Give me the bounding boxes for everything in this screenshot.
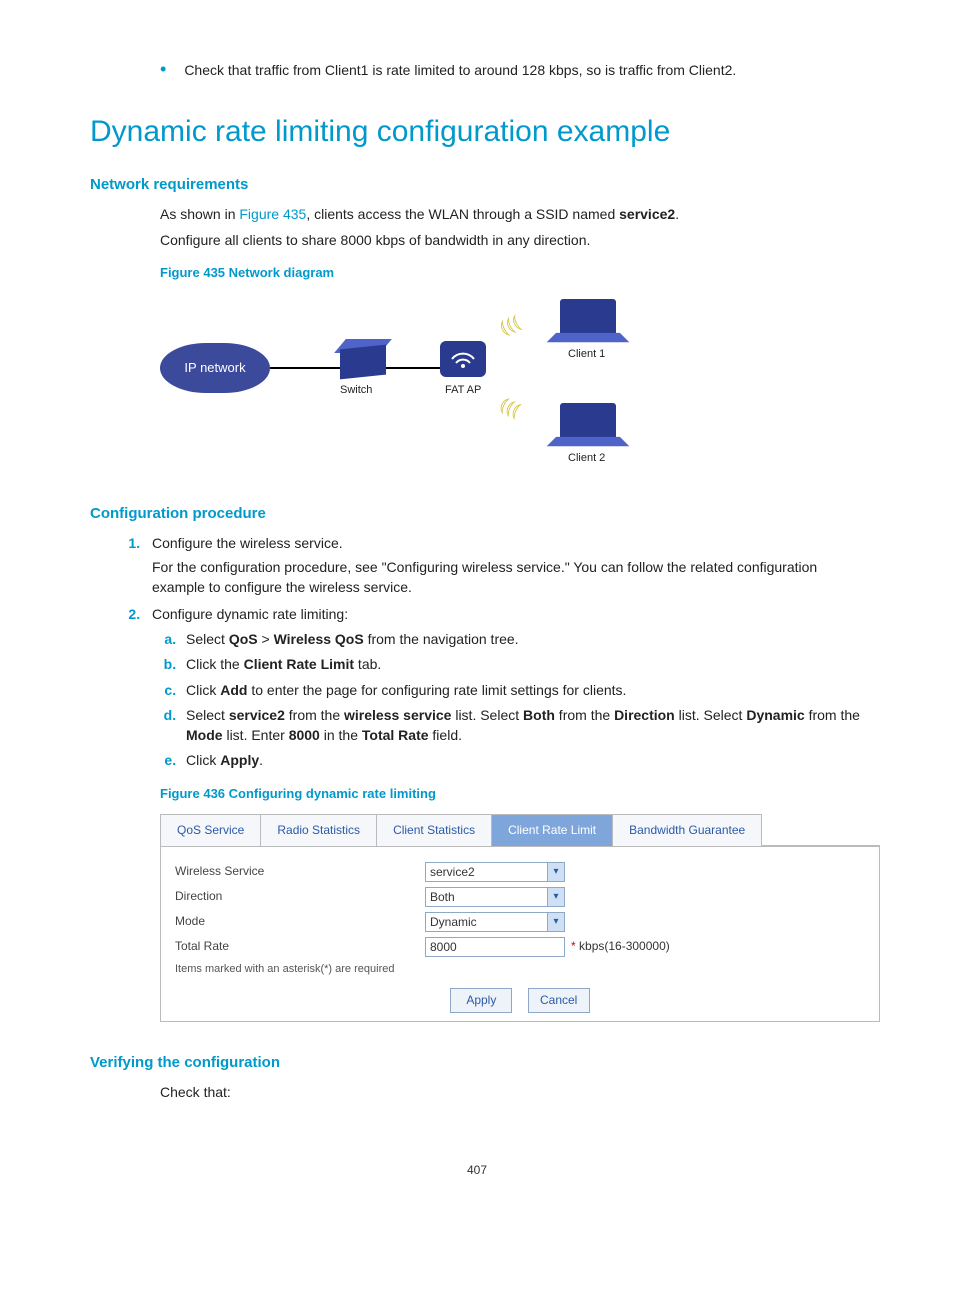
- section-title: Dynamic rate limiting configuration exam…: [90, 110, 864, 154]
- button-row: Apply Cancel: [169, 988, 871, 1013]
- label-mode: Mode: [169, 913, 425, 930]
- page-number: 407: [90, 1162, 864, 1179]
- tab-row: QoS Service Radio Statistics Client Stat…: [160, 814, 880, 847]
- substeps: Select QoS > Wireless QoS from the navig…: [180, 629, 864, 771]
- chevron-down-icon[interactable]: ▾: [547, 912, 565, 932]
- intro-bullet-row: • Check that traffic from Client1 is rat…: [160, 60, 864, 80]
- network-requirements-heading: Network requirements: [90, 174, 864, 196]
- tab-client-statistics[interactable]: Client Statistics: [376, 814, 492, 846]
- chevron-down-icon[interactable]: ▾: [547, 887, 565, 907]
- wireless-waves-icon: ⦅⦅⦅: [495, 308, 525, 343]
- netreq-line1: As shown in Figure 435, clients access t…: [160, 204, 864, 224]
- network-diagram: IP network Switch FAT AP ⦅⦅⦅ ⦅⦅⦅ Client …: [160, 293, 680, 483]
- bullet-icon: •: [160, 60, 166, 80]
- input-total-rate[interactable]: [425, 937, 565, 957]
- fat-ap-label: FAT AP: [445, 383, 481, 399]
- figure-435-link[interactable]: Figure 435: [239, 206, 306, 222]
- verifying-line: Check that:: [160, 1082, 864, 1102]
- switch-label: Switch: [340, 383, 372, 399]
- wireless-waves-icon: ⦅⦅⦅: [495, 390, 525, 425]
- client1-label: Client 1: [568, 347, 605, 363]
- form-area: Wireless Service ▾ Direction ▾ Mode ▾ To…: [160, 847, 880, 1022]
- select-wireless-service[interactable]: [425, 862, 565, 882]
- step-2: Configure dynamic rate limiting: Select …: [144, 604, 864, 771]
- label-wireless-service: Wireless Service: [169, 863, 425, 880]
- client1-icon: [560, 299, 616, 333]
- row-mode: Mode ▾: [169, 912, 871, 932]
- link-line: [270, 367, 340, 369]
- substep-a: Select QoS > Wireless QoS from the navig…: [180, 629, 864, 649]
- apply-button[interactable]: Apply: [450, 988, 512, 1013]
- select-mode[interactable]: [425, 912, 565, 932]
- netreq-line2: Configure all clients to share 8000 kbps…: [160, 230, 864, 250]
- figure-435-caption: Figure 435 Network diagram: [160, 264, 864, 283]
- config-procedure-heading: Configuration procedure: [90, 503, 864, 525]
- client2-icon: [560, 403, 616, 437]
- ip-network-cloud: IP network: [160, 343, 270, 393]
- tab-radio-statistics[interactable]: Radio Statistics: [260, 814, 377, 846]
- substep-d: Select service2 from the wireless servic…: [180, 705, 864, 746]
- required-note: Items marked with an asterisk(*) are req…: [175, 962, 871, 978]
- figure-436-caption: Figure 436 Configuring dynamic rate limi…: [160, 785, 864, 804]
- substep-b: Click the Client Rate Limit tab.: [180, 654, 864, 674]
- wifi-icon: [450, 349, 476, 369]
- tab-qos-service[interactable]: QoS Service: [160, 814, 261, 846]
- total-rate-hint: * kbps(16-300000): [571, 938, 670, 955]
- chevron-down-icon[interactable]: ▾: [547, 862, 565, 882]
- substep-c: Click Add to enter the page for configur…: [180, 680, 864, 700]
- client2-label: Client 2: [568, 451, 605, 467]
- step-1-sub: For the configuration procedure, see "Co…: [152, 557, 864, 598]
- row-total-rate: Total Rate * kbps(16-300000): [169, 937, 871, 957]
- link-line: [386, 367, 440, 369]
- label-direction: Direction: [169, 888, 425, 905]
- cancel-button[interactable]: Cancel: [528, 988, 590, 1013]
- row-wireless-service: Wireless Service ▾: [169, 862, 871, 882]
- verifying-heading: Verifying the configuration: [90, 1052, 864, 1074]
- config-ui-screenshot: QoS Service Radio Statistics Client Stat…: [160, 814, 880, 1023]
- row-direction: Direction ▾: [169, 887, 871, 907]
- select-direction[interactable]: [425, 887, 565, 907]
- tab-client-rate-limit[interactable]: Client Rate Limit: [491, 814, 613, 846]
- fat-ap-icon: [440, 341, 486, 377]
- switch-icon: [340, 345, 386, 380]
- step-1: Configure the wireless service. For the …: [144, 533, 864, 598]
- procedure-list: Configure the wireless service. For the …: [144, 533, 864, 771]
- label-total-rate: Total Rate: [169, 938, 425, 955]
- intro-bullet-text: Check that traffic from Client1 is rate …: [184, 60, 736, 80]
- tab-bandwidth-guarantee[interactable]: Bandwidth Guarantee: [612, 814, 762, 846]
- substep-e: Click Apply.: [180, 750, 864, 770]
